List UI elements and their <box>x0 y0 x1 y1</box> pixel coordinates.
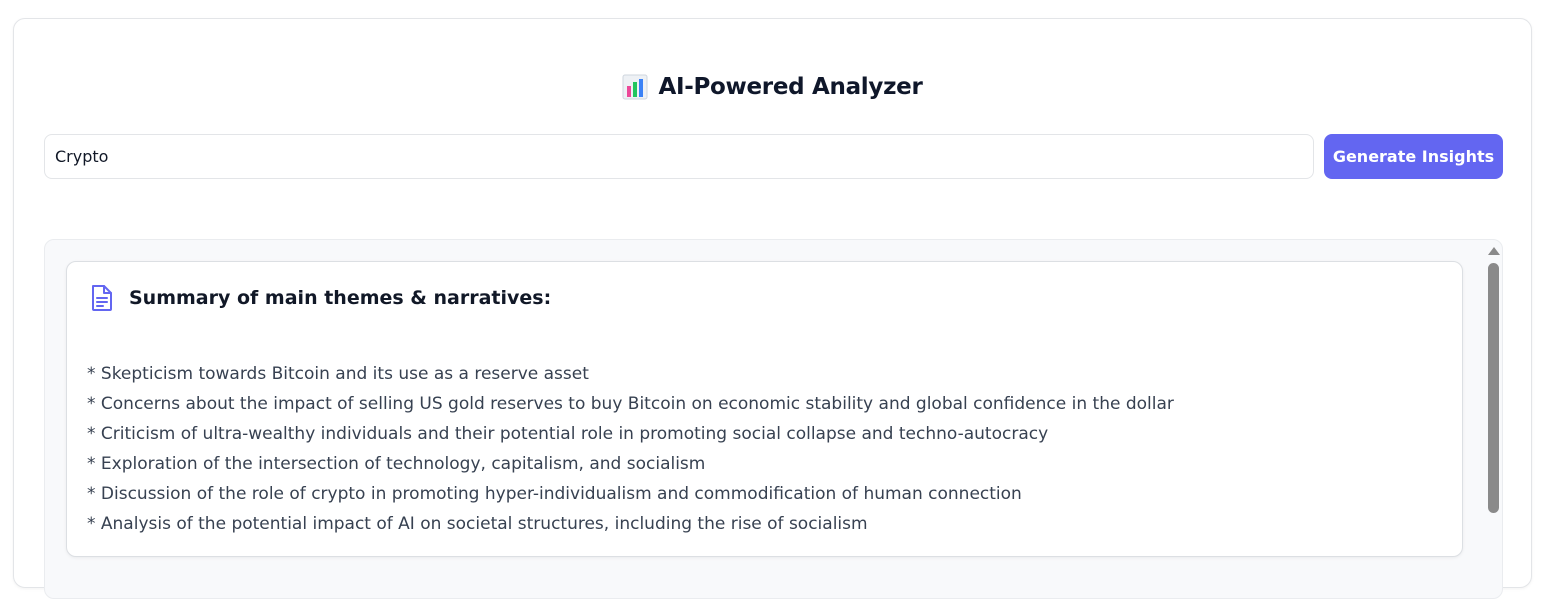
list-item: * Analysis of the potential impact of AI… <box>87 514 868 534</box>
list-item: * Concerns about the impact of selling U… <box>87 394 1174 414</box>
list-item: * Discussion of the role of crypto in pr… <box>87 484 1022 504</box>
page-title-row: AI-Powered Analyzer <box>14 69 1531 105</box>
scroll-up-arrow-icon[interactable] <box>1488 247 1500 255</box>
results-panel: Summary of main themes & narratives: * S… <box>44 239 1503 599</box>
analyzer-card: AI-Powered Analyzer Generate Insights Su… <box>13 18 1532 599</box>
summary-list: * Skepticism towards Bitcoin and its use… <box>87 359 1174 539</box>
bar-chart-icon <box>622 74 648 100</box>
list-item: * Skepticism towards Bitcoin and its use… <box>87 364 589 384</box>
page-title: AI-Powered Analyzer <box>658 74 923 100</box>
document-icon <box>92 285 112 311</box>
summary-title: Summary of main themes & narratives: <box>129 287 552 309</box>
vertical-scrollbar[interactable] <box>1485 240 1502 580</box>
generate-insights-button[interactable]: Generate Insights <box>1324 134 1503 179</box>
topic-input[interactable] <box>44 134 1314 179</box>
summary-card: Summary of main themes & narratives: * S… <box>66 261 1463 557</box>
list-item: * Criticism of ultra-wealthy individuals… <box>87 424 1049 444</box>
list-item: * Exploration of the intersection of tec… <box>87 454 706 474</box>
summary-header: Summary of main themes & narratives: <box>89 284 551 312</box>
scroll-thumb[interactable] <box>1488 263 1499 513</box>
